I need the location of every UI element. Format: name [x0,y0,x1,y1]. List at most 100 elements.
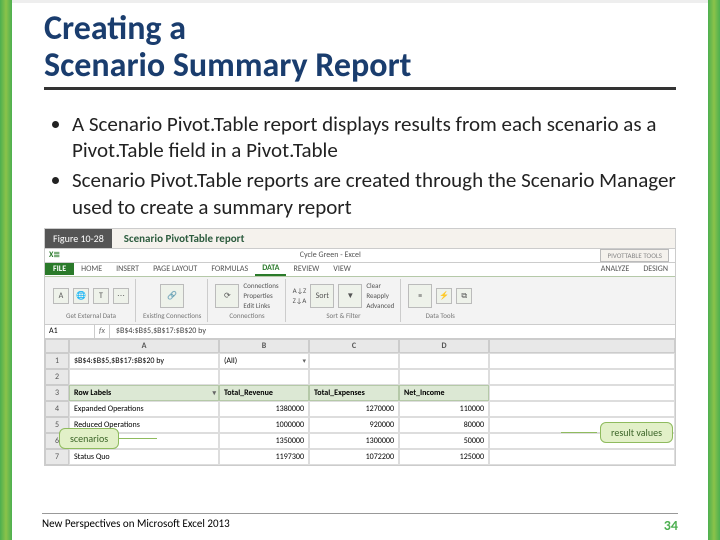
from-other-icon[interactable]: ⋯ [113,288,129,304]
file-tab[interactable]: FILE [45,263,74,275]
formula-content[interactable]: $B$4:$B$5,$B$17:$B$20 by [110,325,675,338]
callout-result-values: result values [600,422,673,443]
bullet-list: A Scenario Pivot.Table report displays r… [44,111,676,220]
sort-button[interactable]: Sort [310,284,334,308]
col-header[interactable]: A [69,339,219,353]
net-income-header[interactable]: Net_Income [399,385,489,401]
value-cell[interactable]: 125000 [399,449,489,465]
page-number: 34 [664,517,678,534]
cell[interactable] [489,401,675,417]
cell[interactable] [399,369,489,385]
tab-design[interactable]: DESIGN [636,263,675,275]
from-access-icon[interactable]: A [53,288,69,304]
row-header[interactable]: 7 [45,449,69,465]
tab-analyze[interactable]: ANALYZE [594,263,637,275]
connections-link[interactable]: Connections [243,281,278,290]
slide-footer: New Perspectives on Microsoft Excel 2013… [42,513,678,534]
clear-link[interactable]: Clear [366,281,394,290]
spreadsheet-grid: A B C D 1 $B$4:$B$5,$B$17:$B$20 by (All)… [45,339,675,465]
cell[interactable] [69,369,219,385]
value-cell[interactable]: 80000 [399,417,489,433]
cell[interactable] [489,369,675,385]
sort-az-icon[interactable]: A↓Z [293,286,307,295]
from-web-icon[interactable]: 🌐 [73,288,89,304]
title-line-2: Scenario Summary Report [44,45,411,86]
row-header[interactable]: 4 [45,401,69,417]
pivottable-tools-context: PIVOTTABLE TOOLS [600,249,669,262]
group-label: Get External Data [66,311,116,320]
col-header[interactable]: C [309,339,399,353]
callout-scenarios: scenarios [59,428,119,449]
cell[interactable] [309,369,399,385]
row-header[interactable]: 3 [45,385,69,401]
value-cell[interactable]: 50000 [399,433,489,449]
fx-icon[interactable]: fx [95,325,110,338]
value-cell[interactable]: 920000 [309,417,399,433]
callout-line [561,432,597,433]
value-cell[interactable]: 1072200 [309,449,399,465]
figure-title: Scenario PivotTable report [112,229,257,248]
cell[interactable] [489,449,675,465]
col-header[interactable]: D [399,339,489,353]
properties-link[interactable]: Properties [243,291,278,300]
scenario-name[interactable]: Expanded Operations [69,401,219,417]
tab-insert[interactable]: INSERT [109,263,146,275]
value-cell[interactable]: 1270000 [309,401,399,417]
tab-formulas[interactable]: FORMULAS [204,263,255,275]
bullet-item: Scenario Pivot.Table reports are created… [72,167,676,220]
slide-title: Creating a Scenario Summary Report [44,10,676,90]
cell[interactable] [489,353,675,369]
value-cell[interactable]: 110000 [399,401,489,417]
col-header[interactable]: B [219,339,309,353]
remove-duplicates-icon[interactable]: ⧉ [456,288,472,304]
value-cell[interactable]: 1350000 [219,433,309,449]
pivot-filter-cell[interactable]: (All) [219,353,309,369]
filter-button[interactable]: ▼ [338,284,362,308]
reapply-link[interactable]: Reapply [366,291,394,300]
tab-view[interactable]: VIEW [326,263,358,275]
tab-home[interactable]: HOME [74,263,109,275]
corner-cell[interactable] [45,339,69,353]
from-text-icon[interactable]: T [93,288,109,304]
value-cell[interactable]: 1197300 [219,449,309,465]
advanced-link[interactable]: Advanced [366,301,394,310]
value-cell[interactable]: 1300000 [309,433,399,449]
group-label: Connections [229,311,264,320]
flash-fill-icon[interactable]: ⚡ [436,288,452,304]
group-sort-filter: A↓Z Z↓A Sort ▼ Clear Reapply Advanced So… [287,279,402,322]
scenario-name[interactable]: Status Quo [69,449,219,465]
group-label: Sort & Filter [326,311,360,320]
value-cell[interactable]: 1380000 [219,401,309,417]
row-header[interactable]: 1 [45,353,69,369]
col-header[interactable] [489,339,675,353]
existing-connections-icon[interactable]: 🔗 [160,284,184,308]
cell[interactable] [399,353,489,369]
group-data-tools: ≡ ⚡ ⧉ Data Tools [402,279,478,322]
edit-links-link[interactable]: Edit Links [243,301,278,310]
total-revenue-header[interactable]: Total_Revenue [219,385,309,401]
sort-za-icon[interactable]: Z↓A [293,296,307,305]
total-expenses-header[interactable]: Total_Expenses [309,385,399,401]
group-existing-connections: 🔗 Existing Connections [137,279,208,322]
text-to-columns-icon[interactable]: ≡ [408,284,432,308]
bullet-item: A Scenario Pivot.Table report displays r… [72,111,676,164]
refresh-all-icon[interactable]: ⟳ [215,284,239,308]
tab-data[interactable]: DATA [255,262,286,276]
name-box[interactable]: A1 [45,325,95,338]
tab-page-layout[interactable]: PAGE LAYOUT [146,263,204,275]
ribbon-tabs: FILE HOME INSERT PAGE LAYOUT FORMULAS DA… [45,263,675,277]
row-labels-header[interactable]: Row Labels [69,385,219,401]
tab-review[interactable]: REVIEW [286,263,326,275]
cell[interactable] [489,385,675,401]
cell[interactable]: $B$4:$B$5,$B$17:$B$20 by [69,353,219,369]
footer-text: New Perspectives on Microsoft Excel 2013 [42,517,230,534]
workbook-name: Cycle Green - Excel [60,250,600,260]
callout-line [119,438,157,439]
cell[interactable] [219,369,309,385]
row-header[interactable]: 2 [45,369,69,385]
excel-icon: X≣ [49,250,60,260]
excel-title-bar: X≣ Cycle Green - Excel PIVOTTABLE TOOLS [45,249,675,263]
value-cell[interactable]: 1000000 [219,417,309,433]
cell[interactable] [309,353,399,369]
figure-screenshot: Figure 10-28 Scenario PivotTable report … [44,228,676,466]
